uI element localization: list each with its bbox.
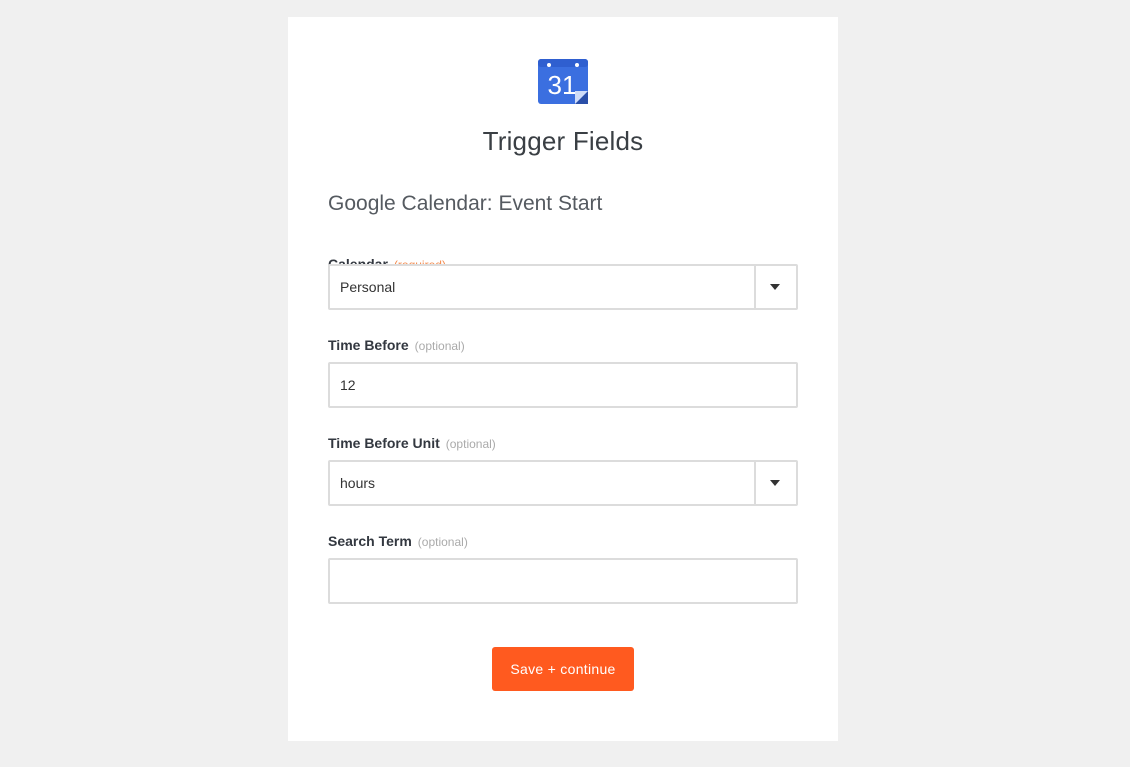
optional-hint: (optional) <box>414 339 465 353</box>
calendar-select[interactable]: Personal <box>328 264 798 310</box>
trigger-subtitle: Google Calendar: Event Start <box>328 192 603 215</box>
time-before-unit-select[interactable]: hours <box>328 460 798 506</box>
optional-hint: (optional) <box>417 535 468 549</box>
svg-text:31: 31 <box>548 70 577 100</box>
time-before-label: Time Before (optional) <box>328 337 465 353</box>
page-title: Trigger Fields <box>482 126 644 156</box>
search-term-input[interactable] <box>330 560 796 602</box>
google-calendar-icon: 31 <box>538 59 588 104</box>
calendar-select-value: Personal <box>340 279 396 295</box>
time-before-unit-label-text: Time Before Unit <box>328 435 440 451</box>
search-term-label-text: Search Term <box>328 533 412 549</box>
chevron-down-icon <box>770 284 780 290</box>
time-before-field-box <box>328 362 798 408</box>
time-before-input[interactable] <box>330 364 796 406</box>
search-term-label: Search Term (optional) <box>328 533 468 549</box>
trigger-fields-card: 31 Trigger Fields Google Calendar: Event… <box>288 17 838 741</box>
time-before-unit-dropdown-toggle[interactable] <box>754 462 796 504</box>
calendar-dropdown-toggle[interactable] <box>754 266 796 308</box>
time-before-label-text: Time Before <box>328 337 409 353</box>
time-before-unit-select-value: hours <box>340 475 376 491</box>
chevron-down-icon <box>770 480 780 486</box>
save-continue-button[interactable]: Save + continue <box>492 647 634 691</box>
optional-hint: (optional) <box>445 437 496 451</box>
time-before-unit-label: Time Before Unit (optional) <box>328 435 496 451</box>
search-term-field-box <box>328 558 798 604</box>
